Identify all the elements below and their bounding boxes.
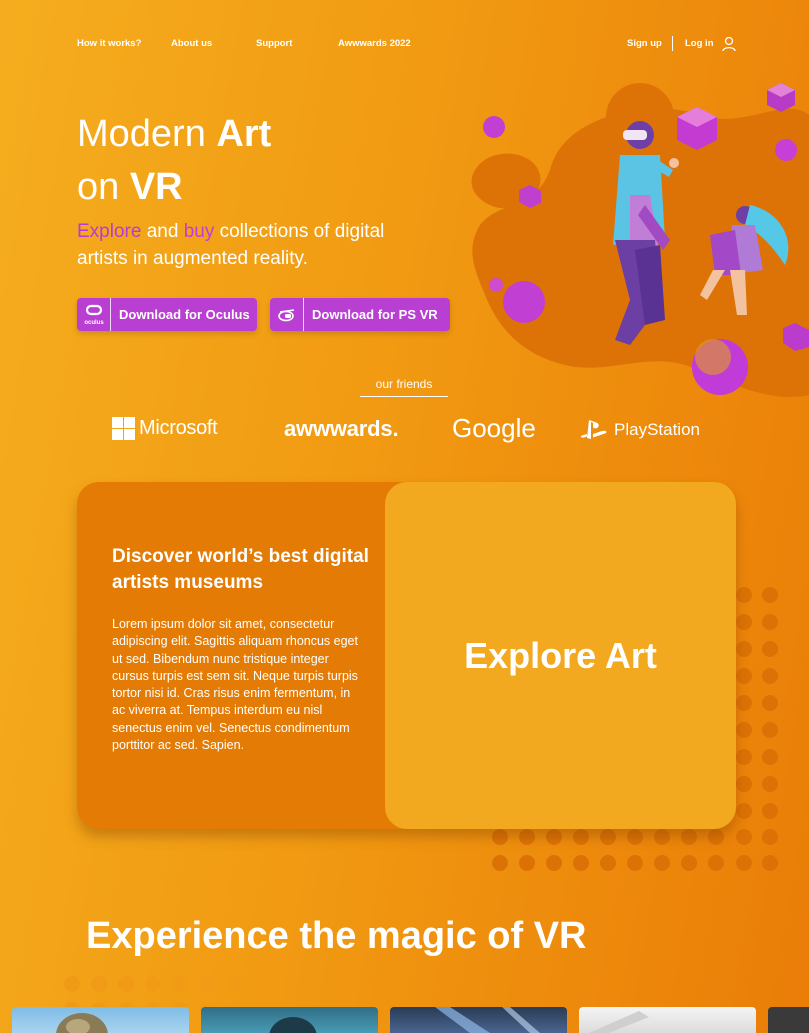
google-logo[interactable]: Google (452, 413, 536, 444)
hero-subtitle: Explore and buy collections of digital a… (77, 221, 385, 269)
playstation-icon (580, 420, 607, 439)
oculus-icon: oculus (77, 298, 111, 331)
nav-divider (672, 36, 673, 51)
explore-art-button[interactable]: Explore Art (385, 482, 736, 829)
vr-thumbnail-4[interactable] (579, 1007, 756, 1033)
discover-title: Discover world’s best digital artists mu… (112, 546, 369, 593)
microsoft-windows-icon (112, 417, 135, 440)
vr-art-illustration (471, 83, 809, 398)
google-wordmark: Google (452, 413, 536, 443)
awwwards-wordmark: awwwards. (284, 416, 399, 441)
vr-thumbnail-2[interactable] (201, 1007, 378, 1033)
nav-link-about-us[interactable]: About us (171, 38, 212, 49)
sign-up-link[interactable]: Sign up (627, 38, 662, 49)
awwwards-logo[interactable]: awwwards. (284, 416, 399, 442)
download-oculus-button[interactable]: oculus Download for Oculus (77, 298, 257, 331)
discover-card: Discover world’s best digital artists mu… (77, 482, 736, 829)
explore-art-label: Explore Art (464, 634, 657, 676)
playstation-logo[interactable]: PlayStation (580, 419, 700, 441)
log-in-link[interactable]: Log in (685, 38, 714, 49)
download-psvr-label: Download for PS VR (312, 307, 438, 322)
vr-thumbnail-3[interactable] (390, 1007, 567, 1033)
discover-body-text: Lorem ipsum dolor sit amet, consectetur … (112, 617, 358, 753)
microsoft-logo[interactable]: Microsoft (112, 417, 218, 440)
svg-text:oculus: oculus (84, 320, 104, 326)
our-friends-label: our friends (360, 377, 448, 397)
top-nav: How it works? About us Support Awwwards … (77, 36, 737, 52)
playstation-wordmark: PlayStation (614, 420, 700, 439)
microsoft-wordmark: Microsoft (139, 417, 218, 439)
download-psvr-button[interactable]: Download for PS VR (270, 298, 450, 331)
download-oculus-label: Download for Oculus (119, 307, 250, 322)
hero-title: Modern Art on VR (77, 113, 272, 208)
nav-link-awwwards-2022[interactable]: Awwwards 2022 (338, 38, 411, 49)
psvr-headset-icon (270, 298, 304, 331)
vr-thumbnail-1[interactable] (12, 1007, 189, 1033)
nav-link-support[interactable]: Support (256, 38, 292, 49)
vr-thumbnail-5[interactable] (768, 1007, 809, 1033)
nav-link-how-it-works[interactable]: How it works? (77, 38, 141, 49)
user-icon[interactable] (722, 36, 736, 52)
experience-title: Experience the magic of VR (86, 915, 587, 957)
